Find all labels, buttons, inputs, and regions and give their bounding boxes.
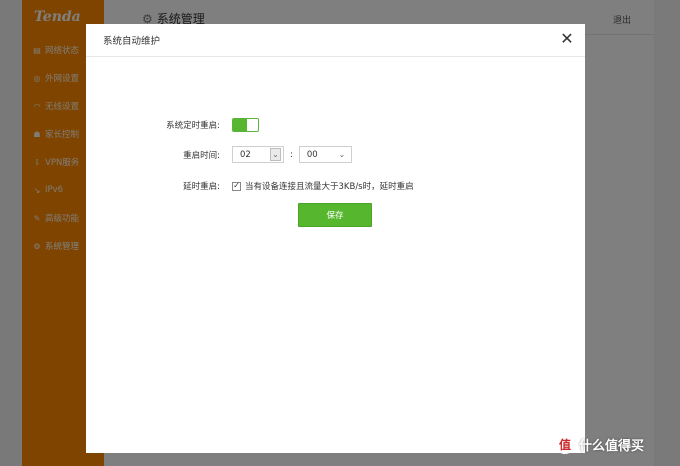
watermark-text: 什么值得买 — [579, 438, 645, 454]
dialog-header: 系统自动维护 ✕ — [86, 24, 585, 57]
delay-reboot-row: 延时重启: ✓ 当有设备连接且流量大于3KB/s时，延时重启 — [130, 180, 414, 192]
delay-reboot-text: 当有设备连接且流量大于3KB/s时，延时重启 — [245, 182, 414, 192]
toggle-off-segment — [247, 119, 258, 131]
hour-select[interactable]: 02 ⌄ — [232, 146, 284, 163]
save-button[interactable]: 保存 — [298, 203, 372, 227]
watermark: 值 什么值得买 — [555, 434, 644, 454]
watermark-badge: 值 — [555, 434, 575, 454]
minute-select[interactable]: 00 ⌄ — [298, 146, 352, 163]
delay-reboot-checkbox[interactable]: ✓ — [232, 181, 241, 191]
toggle-on-segment — [233, 119, 247, 131]
scheduled-reboot-toggle[interactable] — [232, 118, 259, 132]
chevron-down-icon: ⌄ — [270, 148, 281, 161]
auto-maintenance-dialog: 系统自动维护 ✕ 系统定时重启: 重启时间: 02 ⌄ : 00 ⌄ 延时重启:… — [86, 24, 585, 453]
scheduled-reboot-row: 系统定时重启: — [130, 118, 259, 132]
reboot-time-row: 重启时间: 02 ⌄ : 00 ⌄ — [130, 146, 352, 163]
chevron-down-icon: ⌄ — [338, 150, 346, 159]
time-separator: : — [290, 149, 293, 160]
scheduled-reboot-label: 系统定时重启: — [166, 121, 220, 131]
minute-value: 00 — [306, 149, 318, 160]
dialog-title: 系统自动维护 — [103, 36, 161, 47]
close-icon[interactable]: ✕ — [558, 29, 576, 49]
hour-value: 02 — [240, 149, 251, 160]
reboot-time-label: 重启时间: — [183, 150, 220, 161]
delay-reboot-label: 延时重启: — [183, 182, 220, 192]
